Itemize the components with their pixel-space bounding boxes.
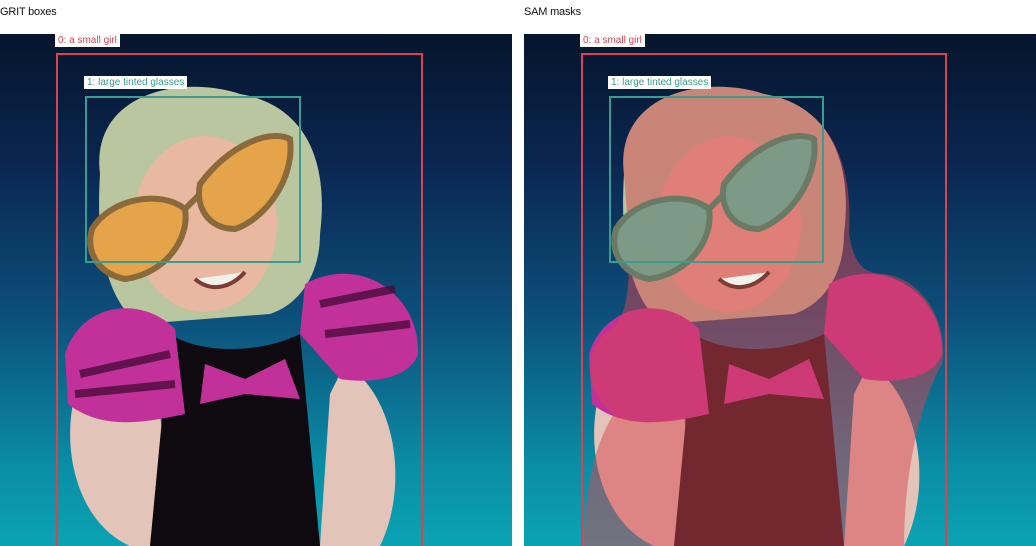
right-panel-title: SAM masks [524, 6, 581, 18]
glasses-box-label: 1: large tinted glasses [84, 76, 188, 89]
glasses-box-label: 1: large tinted glasses [608, 76, 712, 89]
grit-boxes-panel: 0: a small girl 1: large tinted glasses [0, 34, 512, 546]
girl-photo-masked [584, 86, 944, 546]
sam-masks-panel: 0: a small girl 1: large tinted glasses [524, 34, 1036, 546]
left-panel-title: GRIT boxes [0, 6, 57, 18]
girl-photo [65, 86, 419, 546]
girl-box-label: 0: a small girl [580, 34, 645, 47]
right-arm [320, 364, 396, 546]
girl-box-label: 0: a small girl [55, 34, 120, 47]
